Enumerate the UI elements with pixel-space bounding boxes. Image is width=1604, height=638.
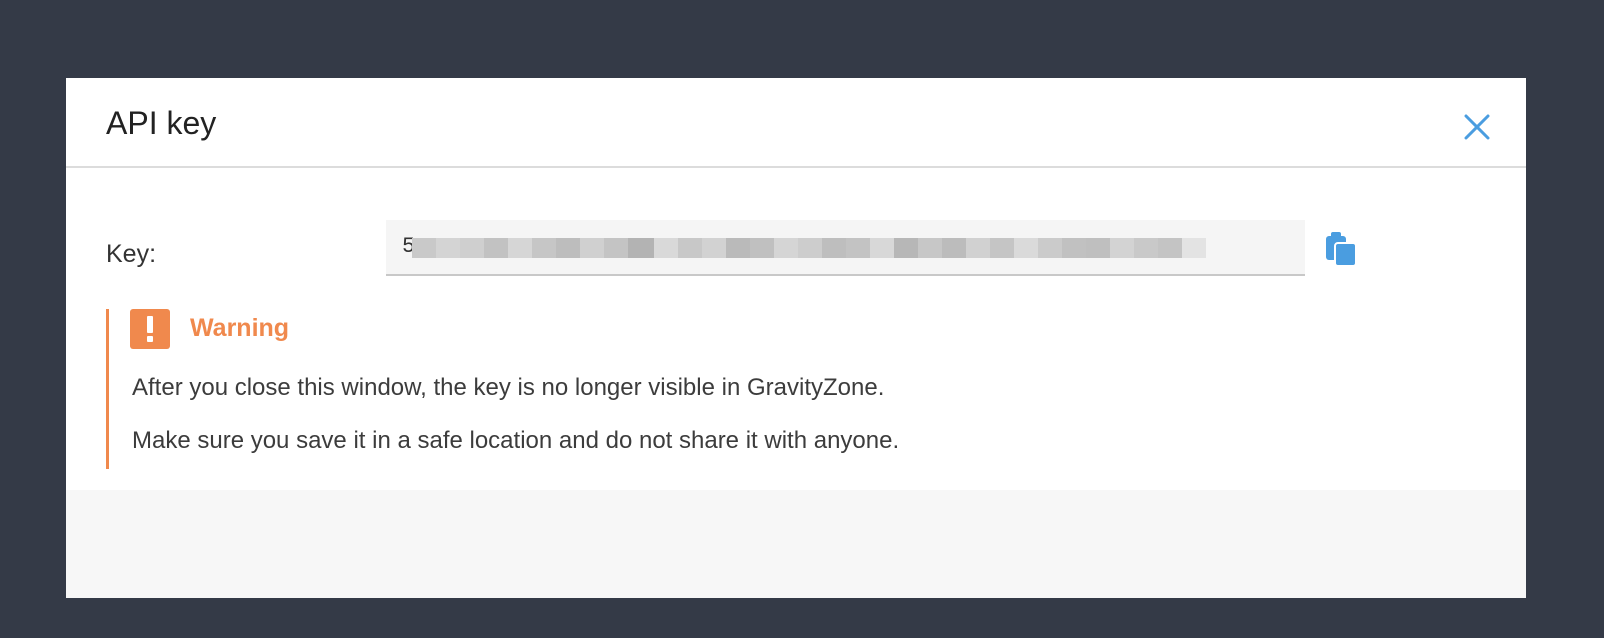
dialog-footer (66, 490, 1526, 598)
warning-message-1: After you close this window, the key is … (132, 374, 885, 401)
key-label: Key: (106, 240, 157, 268)
warning-callout: Warning After you close this window, the… (106, 309, 1309, 469)
close-button[interactable] (1462, 112, 1492, 142)
copy-key-button[interactable] (1324, 230, 1358, 268)
dialog-title: API key (106, 105, 217, 141)
api-key-field[interactable]: 5 (386, 220, 1305, 276)
dialog-body: Key: 5 Warning After you close this wind… (66, 168, 1526, 490)
close-icon (1464, 114, 1490, 140)
dialog-header: API key (66, 78, 1526, 168)
exclamation-icon (130, 309, 170, 349)
warning-title: Warning (190, 314, 290, 342)
api-key-dialog: API key Key: 5 Warning After you close t… (66, 78, 1526, 598)
clipboard-copy-icon (1326, 232, 1357, 267)
warning-message-2: Make sure you save it in a safe location… (132, 427, 900, 454)
api-key-redaction (412, 238, 1210, 258)
